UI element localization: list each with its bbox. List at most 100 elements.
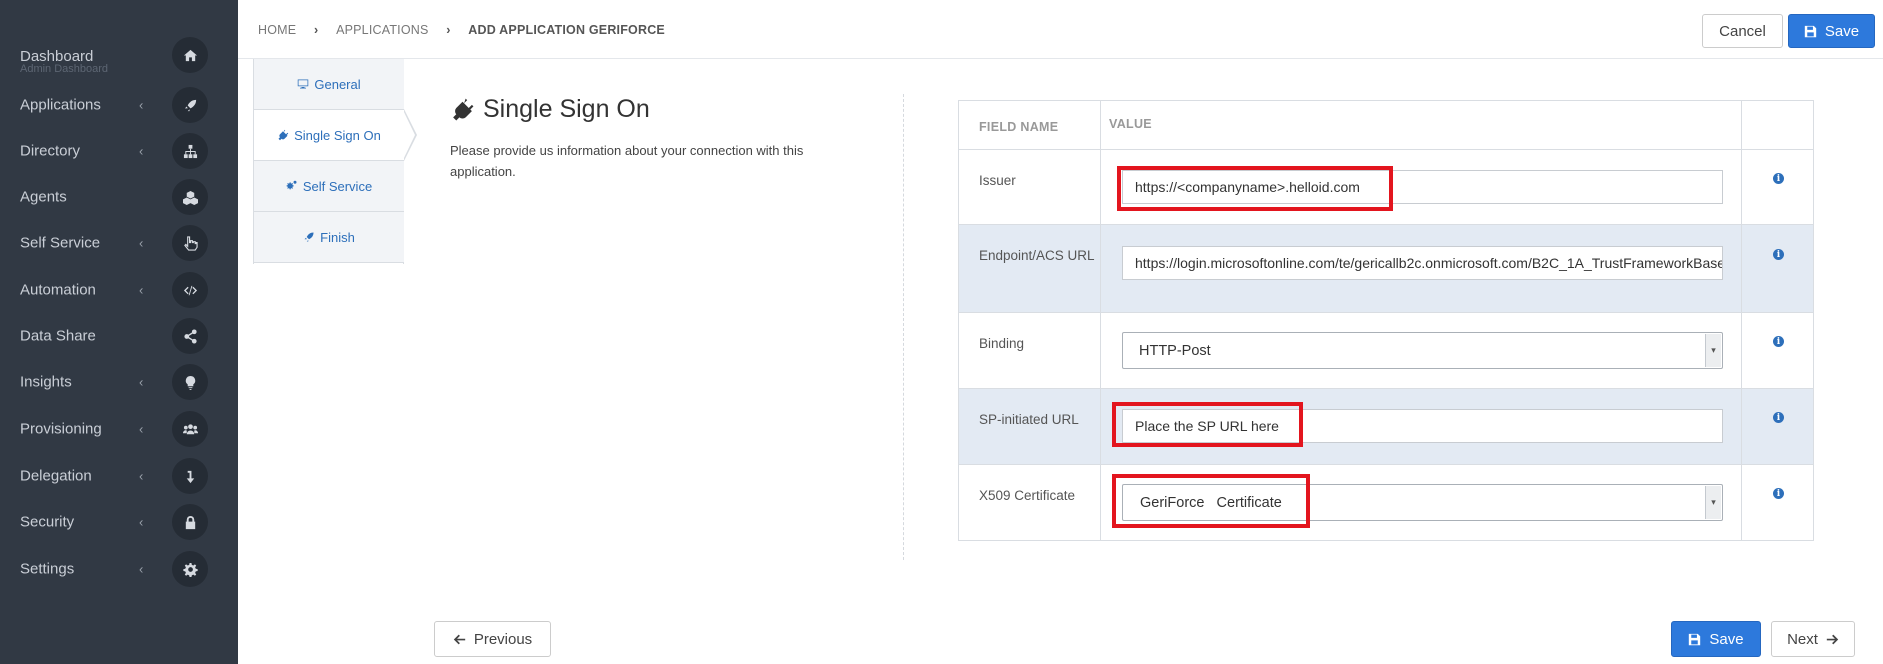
table-row-issuer: Issuer https://<companyname>.helloid.com… [959, 149, 1813, 224]
step-self-service[interactable]: Self Service [254, 161, 404, 212]
floppy-disk-icon [1689, 633, 1701, 645]
sidebar: Dashboard Admin Dashboard Applications ‹… [0, 0, 238, 664]
arrow-right-icon [1826, 634, 1839, 644]
sidebar-item-sublabel: Admin Dashboard [20, 63, 109, 75]
sidebar-item-label: Agents [20, 188, 67, 206]
hand-pointer-icon [172, 225, 208, 261]
plug-icon [453, 98, 474, 121]
step-label: General [314, 76, 361, 92]
table-header-row: FIELD NAME VALUE [959, 101, 1813, 149]
table-row-endpoint: Endpoint/ACS URL https://login.microsoft… [959, 224, 1813, 312]
active-step-arrow [403, 109, 417, 161]
sp-initiated-url-input[interactable]: Place the SP URL here [1122, 409, 1723, 443]
sidebar-item-directory[interactable]: Directory ‹ [0, 131, 238, 171]
save-button[interactable]: Save [1788, 14, 1875, 48]
footer-save-button[interactable]: Save [1671, 621, 1761, 657]
sidebar-item-settings[interactable]: Settings ‹ [0, 549, 238, 589]
chevron-down-icon: ▾ [1705, 486, 1721, 519]
field-label: X509 Certificate [959, 465, 1101, 540]
code-icon [172, 272, 208, 308]
chevron-down-icon: ▾ [1705, 334, 1721, 367]
gear-icon [172, 551, 208, 587]
sidebar-item-self-service[interactable]: Self Service ‹ [0, 223, 238, 263]
sidebar-item-dashboard[interactable]: Dashboard Admin Dashboard [0, 31, 238, 79]
field-label: Endpoint/ACS URL [959, 225, 1101, 312]
sidebar-item-applications[interactable]: Applications ‹ [0, 85, 238, 125]
info-icon[interactable]: i [1773, 412, 1784, 423]
chevron-left-icon: ‹ [139, 235, 144, 251]
sidebar-item-label: Provisioning [20, 420, 102, 438]
section-title: Single Sign On [450, 95, 650, 124]
sidebar-item-insights[interactable]: Insights ‹ [0, 362, 238, 402]
plug-icon [278, 129, 289, 141]
certificate-select-value: GeriForce Certificate [1140, 494, 1282, 511]
step-single-sign-on[interactable]: Single Sign On [254, 109, 417, 161]
sidebar-item-label: Directory [20, 142, 81, 160]
binding-select[interactable]: HTTP-Post ▾ [1122, 332, 1723, 369]
table-row-x509-certificate: X509 Certificate GeriForce Certificate ▾… [959, 464, 1813, 540]
top-bar: HOME › APPLICATIONS › ADD APPLICATION GE… [238, 0, 1883, 59]
next-button[interactable]: Next [1771, 621, 1855, 657]
footer-save-button-label: Save [1709, 630, 1744, 648]
section-description: Please provide us information about your… [450, 143, 804, 179]
users-icon [172, 411, 208, 447]
sidebar-item-provisioning[interactable]: Provisioning ‹ [0, 409, 238, 449]
step-label: Finish [320, 229, 355, 245]
sidebar-item-delegation[interactable]: Delegation ‹ [0, 456, 238, 496]
breadcrumb-current: ADD APPLICATION GERIFORCE [468, 23, 665, 37]
cancel-button-label: Cancel [1719, 22, 1766, 40]
field-label: SP-initiated URL [959, 389, 1101, 464]
header-field-name: FIELD NAME [959, 101, 1101, 149]
chevron-left-icon: ‹ [139, 374, 144, 390]
home-icon [172, 37, 208, 73]
sitemap-icon [172, 133, 208, 169]
endpoint-acs-url-input[interactable]: https://login.microsoftonline.com/te/ger… [1122, 246, 1723, 280]
cubes-icon [172, 179, 208, 215]
sidebar-item-data-share[interactable]: Data Share [0, 316, 238, 356]
lightbulb-icon [172, 364, 208, 400]
chevron-left-icon: ‹ [139, 97, 144, 113]
table-row-binding: Binding HTTP-Post ▾ i [959, 312, 1813, 388]
vertical-divider [903, 94, 904, 560]
sidebar-item-label: Applications [20, 96, 101, 114]
step-finish[interactable]: Finish [254, 212, 404, 263]
lock-icon [172, 504, 208, 540]
sidebar-item-security[interactable]: Security ‹ [0, 502, 238, 542]
info-icon[interactable]: i [1773, 173, 1784, 184]
rocket-icon [172, 87, 208, 123]
info-icon[interactable]: i [1773, 488, 1784, 499]
floppy-disk-icon [1804, 25, 1817, 37]
breadcrumb-applications[interactable]: APPLICATIONS [336, 23, 428, 37]
wizard-steps: General Single Sign On Self Service Fini… [253, 59, 417, 264]
sidebar-item-label: Insights [20, 373, 72, 391]
previous-button[interactable]: Previous [434, 621, 551, 657]
chevron-left-icon: ‹ [139, 561, 144, 577]
sidebar-item-automation[interactable]: Automation ‹ [0, 270, 238, 310]
info-icon[interactable]: i [1773, 336, 1784, 347]
chevron-left-icon: ‹ [139, 421, 144, 437]
chevron-right-icon: › [314, 23, 319, 37]
table-row-sp-initiated-url: SP-initiated URL Place the SP URL here i [959, 388, 1813, 464]
sidebar-item-label: Automation [20, 281, 96, 299]
header-value: VALUE [1101, 101, 1742, 149]
chevron-left-icon: ‹ [139, 514, 144, 530]
save-button-label: Save [1824, 22, 1860, 40]
gears-icon [286, 180, 297, 190]
step-general[interactable]: General [254, 59, 404, 110]
info-icon[interactable]: i [1773, 249, 1784, 260]
step-label: Single Sign On [294, 127, 381, 143]
section-title-text: Single Sign On [483, 95, 650, 123]
issuer-input[interactable]: https://<companyname>.helloid.com [1122, 170, 1723, 204]
sidebar-item-label: Settings [20, 560, 75, 578]
level-down-icon [172, 458, 208, 494]
arrow-left-icon [453, 634, 465, 644]
next-button-label: Next [1787, 630, 1818, 648]
rocket-icon [304, 232, 314, 242]
cancel-button[interactable]: Cancel [1702, 14, 1783, 48]
breadcrumb-home[interactable]: HOME [258, 23, 296, 37]
share-icon [172, 318, 208, 354]
desktop-icon [298, 79, 309, 89]
chevron-left-icon: ‹ [139, 143, 144, 159]
sidebar-item-agents[interactable]: Agents [0, 177, 238, 217]
x509-certificate-select[interactable]: GeriForce Certificate ▾ [1122, 484, 1723, 521]
